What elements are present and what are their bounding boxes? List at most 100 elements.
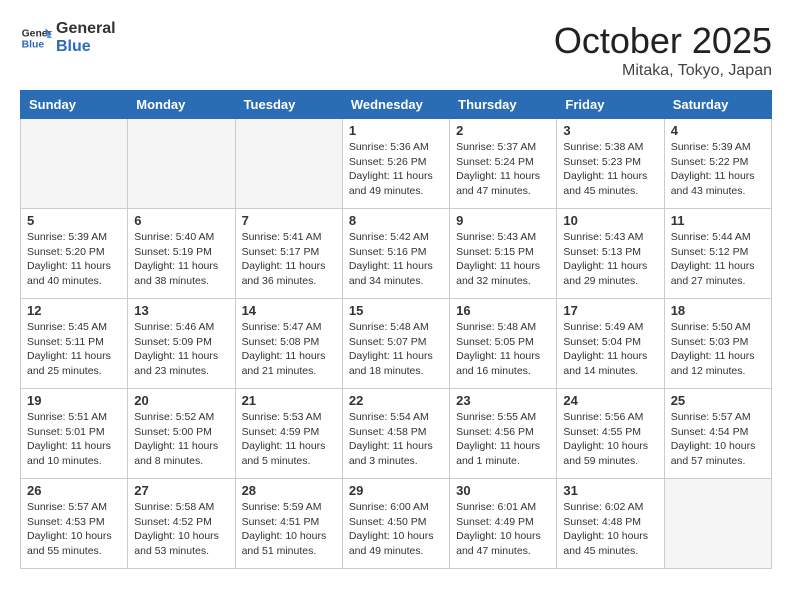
- header-saturday: Saturday: [664, 91, 771, 119]
- day-number: 24: [563, 393, 657, 408]
- week-row-4: 19Sunrise: 5:51 AMSunset: 5:01 PMDayligh…: [21, 389, 772, 479]
- day-number: 10: [563, 213, 657, 228]
- header-wednesday: Wednesday: [342, 91, 449, 119]
- day-info: Sunrise: 5:57 AMSunset: 4:54 PMDaylight:…: [671, 410, 765, 469]
- day-cell: 30 Sunrise: 6:01 AMSunset: 4:49 PMDayligh…: [450, 479, 557, 569]
- day-cell: 6Sunrise: 5:40 AMSunset: 5:19 PMDaylight…: [128, 209, 235, 299]
- day-info: Sunrise: 5:36 AMSunset: 5:26 PMDaylight:…: [349, 140, 443, 199]
- day-info: Sunrise: 5:45 AMSunset: 5:11 PMDaylight:…: [27, 320, 121, 379]
- day-info: Sunrise: 5:39 AMSunset: 5:22 PMDaylight:…: [671, 140, 765, 199]
- day-cell: 24 Sunrise: 5:56 AMSunset: 4:55 PMDayligh…: [557, 389, 664, 479]
- day-info: Sunrise: 5:59 AMSunset: 4:51 PMDaylight:…: [242, 500, 336, 559]
- day-number: 27: [134, 483, 228, 498]
- day-info: Sunrise: 5:55 AMSunset: 4:56 PMDaylight:…: [456, 410, 550, 469]
- day-info: Sunrise: 5:48 AMSunset: 5:07 PMDaylight:…: [349, 320, 443, 379]
- day-number: 19: [27, 393, 121, 408]
- day-cell: 15 Sunrise: 5:48 AMSunset: 5:07 PMDayligh…: [342, 299, 449, 389]
- logo-icon: General Blue: [20, 22, 52, 54]
- day-info: Sunrise: 5:46 AMSunset: 5:09 PMDaylight:…: [134, 320, 228, 379]
- day-number: 26: [27, 483, 121, 498]
- day-cell: 11 Sunrise: 5:44 AMSunset: 5:12 PMDayligh…: [664, 209, 771, 299]
- day-cell: 3 Sunrise: 5:38 AMSunset: 5:23 PMDaylight…: [557, 119, 664, 209]
- day-info: Sunrise: 5:41 AMSunset: 5:17 PMDaylight:…: [242, 230, 336, 289]
- calendar: SundayMondayTuesdayWednesdayThursdayFrid…: [20, 90, 772, 569]
- day-number: 16: [456, 303, 550, 318]
- day-cell: 27 Sunrise: 5:58 AMSunset: 4:52 PMDayligh…: [128, 479, 235, 569]
- day-info: Sunrise: 5:44 AMSunset: 5:12 PMDaylight:…: [671, 230, 765, 289]
- day-info: Sunrise: 5:49 AMSunset: 5:04 PMDaylight:…: [563, 320, 657, 379]
- day-cell: 26Sunrise: 5:57 AMSunset: 4:53 PMDayligh…: [21, 479, 128, 569]
- day-info: Sunrise: 6:01 AMSunset: 4:49 PMDaylight:…: [456, 500, 550, 559]
- day-info: Sunrise: 5:37 AMSunset: 5:24 PMDaylight:…: [456, 140, 550, 199]
- day-info: Sunrise: 5:42 AMSunset: 5:16 PMDaylight:…: [349, 230, 443, 289]
- day-number: 2: [456, 123, 550, 138]
- day-info: Sunrise: 5:58 AMSunset: 4:52 PMDaylight:…: [134, 500, 228, 559]
- day-cell: 21 Sunrise: 5:53 AMSunset: 4:59 PMDayligh…: [235, 389, 342, 479]
- day-cell: 31 Sunrise: 6:02 AMSunset: 4:48 PMDayligh…: [557, 479, 664, 569]
- day-number: 7: [242, 213, 336, 228]
- day-number: 21: [242, 393, 336, 408]
- calendar-header-row: SundayMondayTuesdayWednesdayThursdayFrid…: [21, 91, 772, 119]
- day-info: Sunrise: 5:53 AMSunset: 4:59 PMDaylight:…: [242, 410, 336, 469]
- day-cell: 22Sunrise: 5:54 AMSunset: 4:58 PMDayligh…: [342, 389, 449, 479]
- day-cell: 2 Sunrise: 5:37 AMSunset: 5:24 PMDaylight…: [450, 119, 557, 209]
- day-info: Sunrise: 5:50 AMSunset: 5:03 PMDaylight:…: [671, 320, 765, 379]
- day-cell: 5Sunrise: 5:39 AMSunset: 5:20 PMDaylight…: [21, 209, 128, 299]
- day-cell: 7 Sunrise: 5:41 AMSunset: 5:17 PMDaylight…: [235, 209, 342, 299]
- day-cell: 28 Sunrise: 5:59 AMSunset: 4:51 PMDayligh…: [235, 479, 342, 569]
- day-number: 18: [671, 303, 765, 318]
- day-number: 6: [134, 213, 228, 228]
- location-title: Mitaka, Tokyo, Japan: [554, 62, 772, 80]
- day-cell: [235, 119, 342, 209]
- header-friday: Friday: [557, 91, 664, 119]
- day-number: 12: [27, 303, 121, 318]
- day-cell: [128, 119, 235, 209]
- day-number: 17: [563, 303, 657, 318]
- day-number: 31: [563, 483, 657, 498]
- title-section: October 2025 Mitaka, Tokyo, Japan: [554, 20, 772, 80]
- day-number: 14: [242, 303, 336, 318]
- day-cell: 20Sunrise: 5:52 AMSunset: 5:00 PMDayligh…: [128, 389, 235, 479]
- day-cell: 9 Sunrise: 5:43 AMSunset: 5:15 PMDaylight…: [450, 209, 557, 299]
- day-cell: 16 Sunrise: 5:48 AMSunset: 5:05 PMDayligh…: [450, 299, 557, 389]
- day-info: Sunrise: 5:43 AMSunset: 5:15 PMDaylight:…: [456, 230, 550, 289]
- day-number: 5: [27, 213, 121, 228]
- day-number: 1: [349, 123, 443, 138]
- month-title: October 2025: [554, 20, 772, 62]
- day-cell: 25Sunrise: 5:57 AMSunset: 4:54 PMDayligh…: [664, 389, 771, 479]
- day-number: 28: [242, 483, 336, 498]
- day-cell: 17 Sunrise: 5:49 AMSunset: 5:04 PMDayligh…: [557, 299, 664, 389]
- logo-general: General: [56, 20, 116, 38]
- day-info: Sunrise: 6:02 AMSunset: 4:48 PMDaylight:…: [563, 500, 657, 559]
- day-cell: [21, 119, 128, 209]
- logo-blue: Blue: [56, 38, 116, 56]
- week-row-3: 12 Sunrise: 5:45 AMSunset: 5:11 PMDayligh…: [21, 299, 772, 389]
- day-number: 4: [671, 123, 765, 138]
- header-tuesday: Tuesday: [235, 91, 342, 119]
- day-info: Sunrise: 5:43 AMSunset: 5:13 PMDaylight:…: [563, 230, 657, 289]
- header-sunday: Sunday: [21, 91, 128, 119]
- week-row-1: 1 Sunrise: 5:36 AMSunset: 5:26 PMDaylight…: [21, 119, 772, 209]
- day-number: 29: [349, 483, 443, 498]
- day-info: Sunrise: 5:48 AMSunset: 5:05 PMDaylight:…: [456, 320, 550, 379]
- day-number: 9: [456, 213, 550, 228]
- svg-text:Blue: Blue: [22, 40, 45, 51]
- day-info: Sunrise: 5:38 AMSunset: 5:23 PMDaylight:…: [563, 140, 657, 199]
- day-cell: 10 Sunrise: 5:43 AMSunset: 5:13 PMDayligh…: [557, 209, 664, 299]
- day-number: 3: [563, 123, 657, 138]
- day-info: Sunrise: 5:56 AMSunset: 4:55 PMDaylight:…: [563, 410, 657, 469]
- day-cell: 4 Sunrise: 5:39 AMSunset: 5:22 PMDaylight…: [664, 119, 771, 209]
- week-row-2: 5Sunrise: 5:39 AMSunset: 5:20 PMDaylight…: [21, 209, 772, 299]
- day-cell: 8Sunrise: 5:42 AMSunset: 5:16 PMDaylight…: [342, 209, 449, 299]
- logo: General Blue General Blue: [20, 20, 116, 56]
- day-number: 30: [456, 483, 550, 498]
- header-monday: Monday: [128, 91, 235, 119]
- day-info: Sunrise: 5:52 AMSunset: 5:00 PMDaylight:…: [134, 410, 228, 469]
- day-cell: 19Sunrise: 5:51 AMSunset: 5:01 PMDayligh…: [21, 389, 128, 479]
- day-number: 15: [349, 303, 443, 318]
- week-row-5: 26Sunrise: 5:57 AMSunset: 4:53 PMDayligh…: [21, 479, 772, 569]
- header-thursday: Thursday: [450, 91, 557, 119]
- day-number: 11: [671, 213, 765, 228]
- day-cell: 18 Sunrise: 5:50 AMSunset: 5:03 PMDayligh…: [664, 299, 771, 389]
- day-cell: 1 Sunrise: 5:36 AMSunset: 5:26 PMDaylight…: [342, 119, 449, 209]
